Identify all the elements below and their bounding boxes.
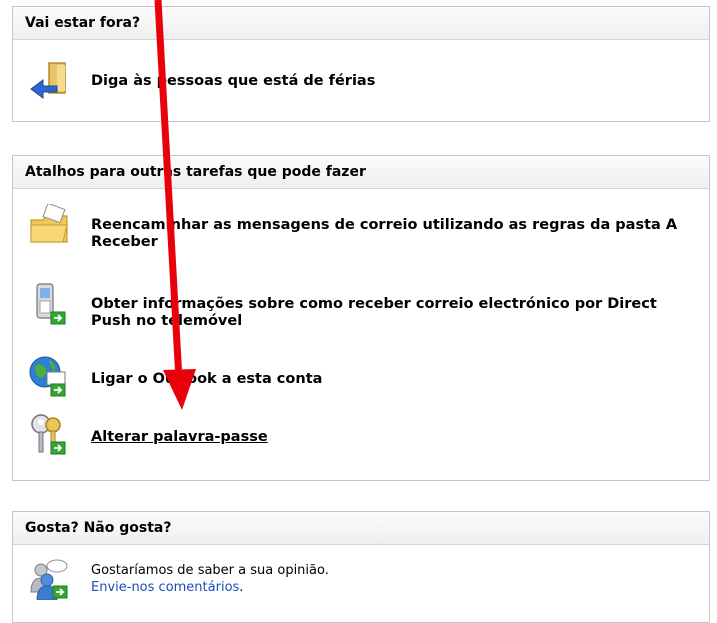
shortcut-label-connect-outlook: Ligar o Outlook a esta conta bbox=[91, 371, 323, 387]
shortcuts-panel: Atalhos para outras tarefas que pode faz… bbox=[12, 155, 710, 481]
phone-arrow-icon bbox=[36, 283, 66, 325]
shortcut-label-direct-push: Obter informações sobre como receber cor… bbox=[91, 296, 657, 329]
change-password-link[interactable]: Alterar palavra-passe bbox=[91, 429, 695, 446]
away-item-label: Diga às pessoas que está de férias bbox=[91, 73, 376, 89]
feedback-row: Gostaríamos de saber a sua opinião. Envi… bbox=[13, 556, 709, 606]
globe-mail-icon bbox=[29, 356, 66, 397]
feedback-panel-header: Gosta? Não gosta? bbox=[13, 512, 709, 545]
away-panel-header: Vai estar fora? bbox=[13, 7, 709, 40]
shortcut-item-connect-outlook[interactable]: Ligar o Outlook a esta conta bbox=[13, 354, 709, 404]
shortcuts-panel-header: Atalhos para outras tarefas que pode faz… bbox=[13, 156, 709, 189]
shortcut-item-direct-push[interactable]: Obter informações sobre como receber cor… bbox=[13, 282, 709, 338]
feedback-line2: Envie-nos comentários. bbox=[91, 579, 329, 596]
shortcut-label-inbox-rules: Reencaminhar as mensagens de correio uti… bbox=[91, 217, 678, 250]
shortcut-item-inbox-rules[interactable]: Reencaminhar as mensagens de correio uti… bbox=[13, 204, 709, 260]
feedback-panel: Gosta? Não gosta? Gostaríamos de saber a… bbox=[12, 511, 710, 623]
send-feedback-link[interactable]: Envie-nos comentários bbox=[91, 580, 239, 595]
people-chat-icon bbox=[30, 559, 68, 600]
keys-arrow-icon bbox=[31, 414, 66, 455]
away-item-vacation[interactable]: Diga às pessoas que está de férias bbox=[13, 59, 709, 105]
feedback-period: . bbox=[239, 580, 244, 595]
feedback-text-block: Gostaríamos de saber a sua opinião. Envi… bbox=[91, 562, 329, 596]
shortcut-item-change-password[interactable]: Alterar palavra-passe bbox=[13, 412, 709, 462]
away-panel: Vai estar fora? Diga às pessoas que está… bbox=[12, 6, 710, 122]
feedback-line1: Gostaríamos de saber a sua opinião. bbox=[91, 563, 329, 578]
door-arrow-icon bbox=[30, 62, 66, 99]
folder-letter-icon bbox=[30, 204, 68, 243]
